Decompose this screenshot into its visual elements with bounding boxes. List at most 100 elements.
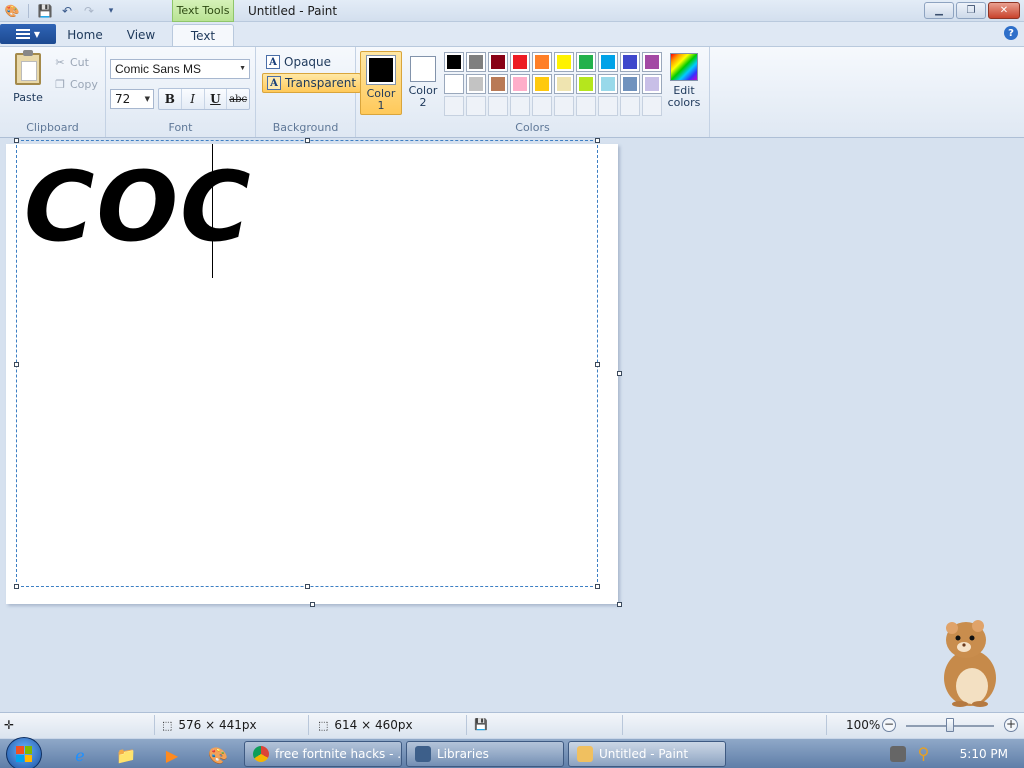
palette-swatch[interactable] — [620, 74, 640, 94]
textbox-handle[interactable] — [305, 584, 310, 589]
taskbar-item-label: Untitled - Paint — [599, 747, 689, 761]
libraries-icon — [415, 746, 431, 762]
color1-button[interactable]: Color 1 — [360, 51, 402, 115]
strikethrough-button[interactable]: abc — [227, 89, 249, 109]
taskbar-item-libraries[interactable]: Libraries — [406, 741, 564, 767]
status-separator — [826, 715, 827, 735]
file-explorer-icon[interactable]: 📁 — [106, 743, 146, 767]
minimize-button[interactable]: ▁ — [924, 2, 954, 19]
textbox-handle[interactable] — [595, 362, 600, 367]
palette-swatch[interactable] — [554, 74, 574, 94]
file-size: 💾 — [474, 718, 488, 731]
customize-qat-icon[interactable]: ▾ — [101, 2, 121, 20]
palette-swatch[interactable] — [466, 74, 486, 94]
underline-button[interactable]: U — [205, 89, 228, 109]
custom-color-slot[interactable] — [554, 96, 574, 116]
palette-swatch[interactable] — [642, 74, 662, 94]
internet-explorer-icon[interactable]: ℯ — [60, 743, 100, 767]
save-icon[interactable]: 💾 — [35, 2, 55, 20]
canvas-resize-handle-bottom[interactable] — [310, 602, 315, 607]
custom-color-slot[interactable] — [466, 96, 486, 116]
paint-pinned-icon[interactable]: 🎨 — [198, 743, 238, 767]
transparent-button[interactable]: A Transparent — [262, 73, 362, 93]
window-title: Untitled - Paint — [248, 4, 338, 18]
custom-color-slot[interactable] — [642, 96, 662, 116]
color2-label: Color 2 — [408, 84, 438, 109]
custom-color-slot[interactable] — [532, 96, 552, 116]
maximize-button[interactable]: ❐ — [956, 2, 986, 19]
palette-swatch[interactable] — [532, 74, 552, 94]
custom-color-slot[interactable] — [444, 96, 464, 116]
textbox-handle[interactable] — [14, 362, 19, 367]
custom-color-slot[interactable] — [598, 96, 618, 116]
taskbar-item-label: free fortnite hacks - ... — [275, 747, 402, 761]
zoom-in-button[interactable]: + — [1004, 718, 1018, 732]
zoom-level: 100% — [846, 718, 881, 732]
media-player-icon[interactable]: ▶ — [152, 743, 192, 767]
taskbar-item-chrome[interactable]: free fortnite hacks - ... — [244, 741, 402, 767]
palette-swatch[interactable] — [554, 52, 574, 72]
chrome-icon — [253, 746, 269, 762]
start-button[interactable] — [6, 737, 42, 768]
palette-swatch[interactable] — [620, 52, 640, 72]
tray-app-icon[interactable] — [889, 746, 906, 762]
zoom-slider-thumb[interactable] — [946, 718, 954, 732]
menu-icon — [15, 29, 30, 39]
bold-button[interactable]: B — [159, 89, 182, 109]
textbox-handle[interactable] — [14, 584, 19, 589]
taskbar-item-paint[interactable]: Untitled - Paint — [568, 741, 726, 767]
copy-button[interactable]: ❐ Copy — [54, 75, 98, 93]
textbox-handle[interactable] — [595, 138, 600, 143]
palette-swatch[interactable] — [642, 52, 662, 72]
palette-swatch[interactable] — [576, 74, 596, 94]
tab-view[interactable]: View — [116, 24, 166, 46]
palette-swatch[interactable] — [444, 52, 464, 72]
palette-swatch[interactable] — [510, 74, 530, 94]
help-icon[interactable]: ? — [1004, 26, 1018, 40]
clipboard-group-label: Clipboard — [26, 121, 79, 134]
canvas-size-icon: ⬚ — [318, 718, 329, 732]
color2-swatch — [410, 56, 436, 82]
palette-swatch[interactable] — [598, 52, 618, 72]
italic-button[interactable]: I — [182, 89, 205, 109]
textbox-handle[interactable] — [595, 584, 600, 589]
custom-color-slot[interactable] — [510, 96, 530, 116]
zoom-out-button[interactable]: − — [882, 718, 896, 732]
edit-colors-button[interactable]: Edit colors — [666, 53, 702, 109]
edit-colors-label: Edit colors — [667, 84, 701, 109]
canvas-resize-handle-right[interactable] — [617, 371, 622, 376]
cut-button[interactable]: ✂ Cut — [54, 53, 89, 71]
font-size-dropdown[interactable]: 72 ▼ — [110, 89, 154, 109]
textbox-handle[interactable] — [305, 138, 310, 143]
paint-menu-button[interactable]: ▼ — [0, 24, 56, 44]
palette-swatch[interactable] — [510, 52, 530, 72]
custom-color-slot[interactable] — [488, 96, 508, 116]
palette-swatch[interactable] — [488, 74, 508, 94]
clock[interactable]: 5:10 PM — [960, 747, 1008, 761]
color1-swatch — [366, 55, 396, 85]
palette-swatch[interactable] — [532, 52, 552, 72]
tab-text[interactable]: Text — [172, 24, 234, 46]
redo-icon[interactable]: ↷ — [79, 2, 99, 20]
selection-size: ⬚ 576 × 441px — [162, 718, 257, 732]
color-spectrum-icon — [670, 53, 698, 81]
paint-app-icon[interactable]: 🎨 — [2, 2, 22, 20]
palette-swatch[interactable] — [466, 52, 486, 72]
paste-button[interactable]: Paste — [8, 50, 48, 107]
close-button[interactable]: ✕ — [988, 2, 1020, 19]
chevron-down-icon: ▼ — [33, 29, 41, 39]
palette-swatch[interactable] — [576, 52, 596, 72]
search-icon[interactable]: ⚲ — [918, 746, 934, 762]
textbox-handle[interactable] — [14, 138, 19, 143]
canvas-resize-handle-corner[interactable] — [617, 602, 622, 607]
tab-home[interactable]: Home — [60, 24, 110, 46]
palette-swatch[interactable] — [488, 52, 508, 72]
palette-swatch[interactable] — [598, 74, 618, 94]
opaque-button[interactable]: A Opaque — [262, 52, 335, 72]
custom-color-slot[interactable] — [576, 96, 596, 116]
palette-swatch[interactable] — [444, 74, 464, 94]
font-family-dropdown[interactable]: Comic Sans MS ▼ — [110, 59, 250, 79]
custom-color-slot[interactable] — [620, 96, 640, 116]
color2-button[interactable]: Color 2 — [402, 51, 444, 115]
undo-icon[interactable]: ↶ — [57, 2, 77, 20]
